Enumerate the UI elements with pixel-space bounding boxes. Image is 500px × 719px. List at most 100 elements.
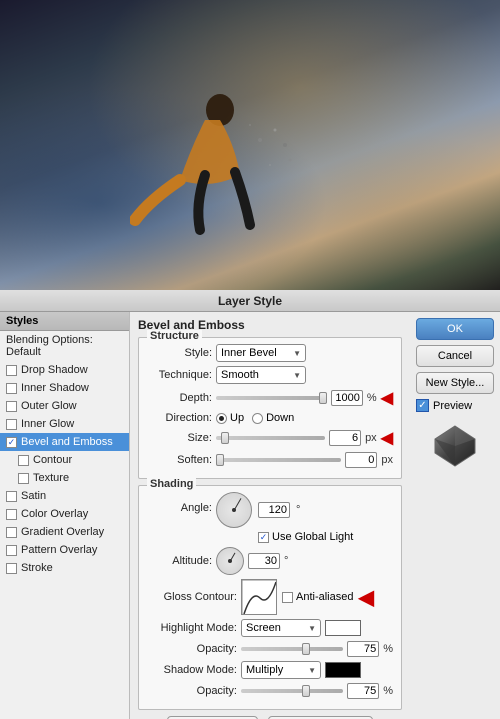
anti-aliased-option[interactable]: Anti-aliased [282,591,353,603]
highlight-opacity-field-label: Opacity: [147,643,237,655]
contour-red-arrow: ◀ [358,585,373,610]
style-field-label: Style: [147,347,212,359]
photo-background [0,0,500,290]
soften-field-label: Soften: [147,454,212,466]
pattern-overlay-label: Pattern Overlay [21,544,97,556]
direction-up-option[interactable]: Up [216,412,244,424]
soften-slider-track[interactable] [216,458,341,462]
sidebar-item-blending[interactable]: Blending Options: Default [0,331,129,361]
size-value-input[interactable] [329,430,361,446]
preview-option[interactable]: Preview [416,399,494,412]
sidebar-item-satin[interactable]: Satin [0,487,129,505]
soften-slider-thumb[interactable] [216,454,224,466]
shadow-opacity-value-input[interactable] [347,683,379,699]
altitude-dial[interactable] [216,547,244,575]
shadow-color-swatch[interactable] [325,662,361,678]
highlight-mode-arrow: ▼ [308,624,316,633]
shadow-mode-value: Multiply [246,664,283,676]
new-style-button[interactable]: New Style... [416,372,494,394]
highlight-opacity-thumb[interactable] [302,643,310,655]
stroke-label: Stroke [21,562,53,574]
texture-checkbox[interactable] [18,473,29,484]
depth-value-input[interactable] [331,390,363,406]
altitude-unit: ° [284,555,288,567]
size-slider-container: px ◀ [216,428,393,448]
satin-checkbox[interactable] [6,491,17,502]
highlight-mode-field-label: Highlight Mode: [147,622,237,634]
global-light-checkbox[interactable] [258,532,269,543]
shadow-opacity-unit: % [383,685,393,697]
stroke-checkbox[interactable] [6,563,17,574]
altitude-value-input[interactable] [248,553,280,569]
depth-slider-thumb[interactable] [319,392,327,404]
satin-label: Satin [21,490,46,502]
styles-panel: Styles Blending Options: Default Drop Sh… [0,312,130,719]
depth-slider-track[interactable] [216,396,327,400]
sidebar-item-gradient-overlay[interactable]: Gradient Overlay [0,523,129,541]
shading-label: Shading [147,478,196,490]
inner-glow-checkbox[interactable] [6,419,17,430]
depth-slider-container: % ◀ [216,388,393,408]
soften-value-input[interactable] [345,452,377,468]
contour-checkbox[interactable] [18,455,29,466]
sidebar-item-inner-shadow[interactable]: Inner Shadow [0,379,129,397]
sidebar-item-stroke[interactable]: Stroke [0,559,129,577]
outer-glow-checkbox[interactable] [6,401,17,412]
direction-field-label: Direction: [147,412,212,424]
sidebar-item-pattern-overlay[interactable]: Pattern Overlay [0,541,129,559]
size-field-label: Size: [147,432,212,444]
gloss-contour-controls: Anti-aliased ◀ [241,579,374,615]
shadow-opacity-thumb[interactable] [302,685,310,697]
preview-checkbox[interactable] [416,399,429,412]
technique-dropdown-value: Smooth [221,369,259,381]
gradient-overlay-label: Gradient Overlay [21,526,104,538]
sidebar-item-inner-glow[interactable]: Inner Glow [0,415,129,433]
sidebar-item-bevel-emboss[interactable]: Bevel and Emboss [0,433,129,451]
direction-up-radio[interactable] [216,413,227,424]
highlight-mode-dropdown[interactable]: Screen ▼ [241,619,321,637]
highlight-opacity-slider-track[interactable] [241,647,343,651]
gloss-contour-preview[interactable] [241,579,277,615]
size-unit: px [365,432,377,444]
sidebar-item-contour[interactable]: Contour [0,451,129,469]
highlight-opacity-value-input[interactable] [347,641,379,657]
sidebar-item-color-overlay[interactable]: Color Overlay [0,505,129,523]
blending-label: Blending Options: Default [6,334,123,358]
direction-down-option[interactable]: Down [252,412,294,424]
angle-controls: ° Use Global Light [216,492,353,543]
altitude-field-label: Altitude: [147,555,212,567]
anti-aliased-label: Anti-aliased [296,591,353,603]
cancel-button[interactable]: Cancel [416,345,494,367]
direction-down-radio[interactable] [252,413,263,424]
ok-button[interactable]: OK [416,318,494,340]
depth-row: Depth: % ◀ [147,388,393,408]
style-dropdown-arrow: ▼ [293,349,301,358]
pattern-overlay-checkbox[interactable] [6,545,17,556]
angle-dial[interactable] [216,492,252,528]
sidebar-item-outer-glow[interactable]: Outer Glow [0,397,129,415]
soften-row: Soften: px [147,452,393,468]
size-slider-track[interactable] [216,436,325,440]
sidebar-item-texture[interactable]: Texture [0,469,129,487]
technique-dropdown[interactable]: Smooth ▼ [216,366,306,384]
anti-aliased-checkbox[interactable] [282,592,293,603]
altitude-row: Altitude: ° [147,547,393,575]
color-overlay-checkbox[interactable] [6,509,17,520]
shadow-opacity-row: Opacity: % [147,683,393,699]
highlight-opacity-row: Opacity: % [147,641,393,657]
gradient-overlay-checkbox[interactable] [6,527,17,538]
style-dropdown[interactable]: Inner Bevel ▼ [216,344,306,362]
drop-shadow-checkbox[interactable] [6,365,17,376]
bevel-emboss-checkbox[interactable] [6,437,17,448]
shadow-mode-dropdown[interactable]: Multiply ▼ [241,661,321,679]
size-slider-thumb[interactable] [221,432,229,444]
sidebar-item-drop-shadow[interactable]: Drop Shadow [0,361,129,379]
shading-section: Shading Angle: ° Use Global L [138,485,402,710]
highlight-color-swatch[interactable] [325,620,361,636]
shadow-opacity-field-label: Opacity: [147,685,237,697]
inner-shadow-checkbox[interactable] [6,383,17,394]
shadow-opacity-slider-track[interactable] [241,689,343,693]
angle-value-input[interactable] [258,502,290,518]
styles-panel-header: Styles [0,312,129,331]
middle-panel: Bevel and Emboss Structure Style: Inner … [130,312,410,719]
